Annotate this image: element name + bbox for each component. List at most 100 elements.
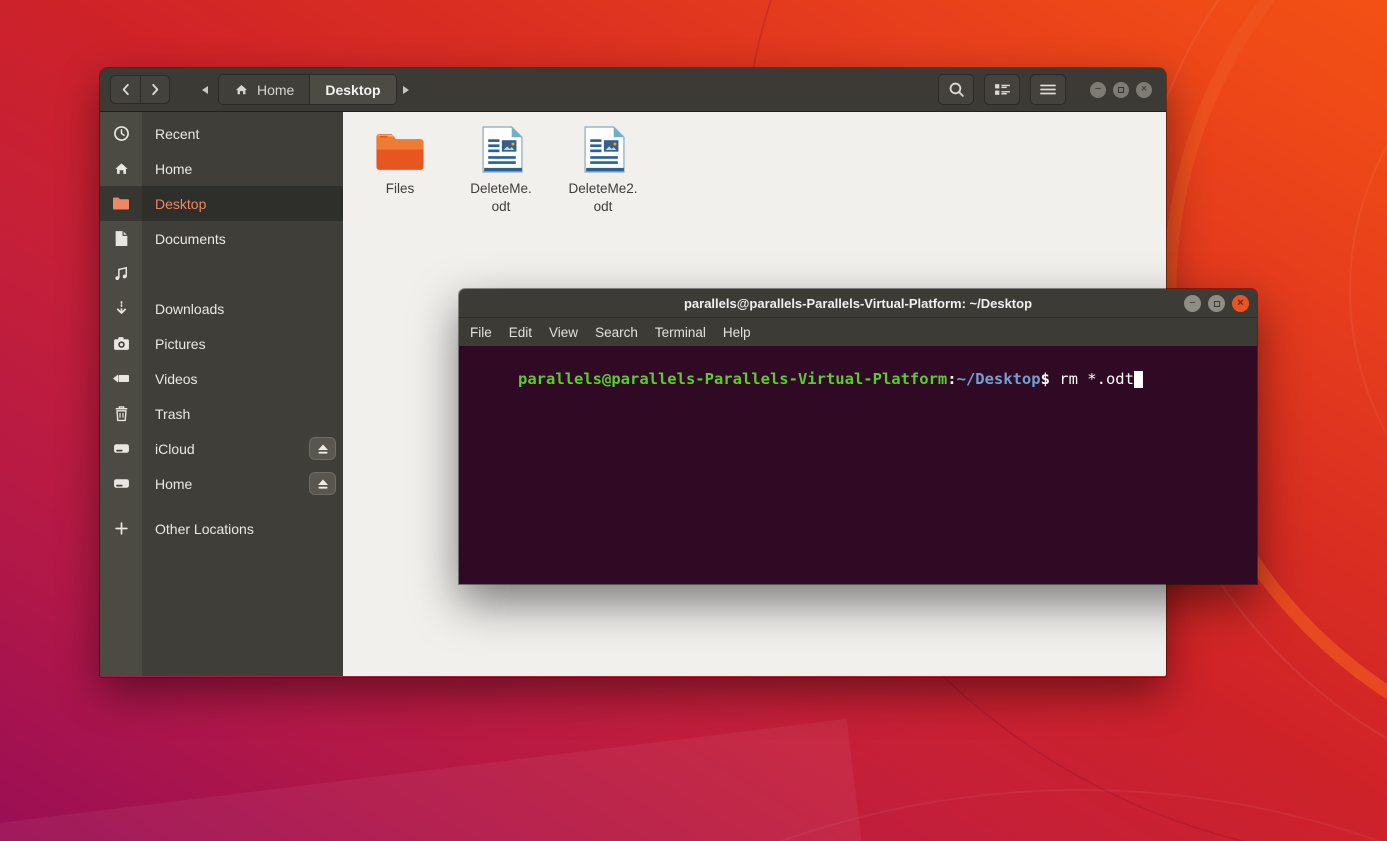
chevron-right-icon xyxy=(150,83,161,96)
view-toggle-button[interactable] xyxy=(984,74,1020,105)
breadcrumb-home-label: Home xyxy=(257,82,294,98)
minimize-icon: − xyxy=(1095,84,1101,95)
list-view-icon xyxy=(994,82,1011,97)
forward-button[interactable] xyxy=(140,75,170,104)
file-name-line2: odt xyxy=(449,198,553,216)
terminal-prompt-line: parallels@parallels-Parallels-Virtual-Pl… xyxy=(462,352,1255,406)
maximize-icon xyxy=(1118,87,1124,93)
menu-help[interactable]: Help xyxy=(723,325,751,340)
file-item-files-folder[interactable]: Files xyxy=(348,125,452,198)
odt-document-icon xyxy=(582,126,625,173)
search-button[interactable] xyxy=(938,74,974,105)
prompt-path: ~/Desktop xyxy=(957,370,1041,388)
video-camera-icon xyxy=(112,372,130,385)
eject-icon xyxy=(316,443,330,455)
trash-icon xyxy=(114,405,129,422)
recent-clock-icon xyxy=(113,125,130,142)
terminal-title-bar[interactable]: parallels@parallels-Parallels-Virtual-Pl… xyxy=(459,289,1257,318)
pathbar-scroll-right-button[interactable] xyxy=(397,75,415,104)
file-item-deleteme-odt[interactable]: DeleteMe. odt xyxy=(449,125,553,216)
typed-command: rm *.odt xyxy=(1059,370,1134,388)
close-button[interactable]: × xyxy=(1232,295,1249,312)
files-window-controls: − × xyxy=(1090,82,1152,98)
triangle-left-icon xyxy=(201,85,209,95)
minimize-icon: − xyxy=(1189,298,1195,309)
breadcrumb-current[interactable]: Desktop xyxy=(309,75,395,104)
file-name-line2: odt xyxy=(551,198,655,216)
document-icon xyxy=(114,230,129,247)
header-actions: − × xyxy=(938,74,1152,105)
menu-search[interactable]: Search xyxy=(595,325,638,340)
file-name: Files xyxy=(348,180,452,198)
eject-button[interactable] xyxy=(309,437,336,460)
terminal-window-title: parallels@parallels-Parallels-Virtual-Pl… xyxy=(684,296,1032,311)
sidebar-label: Documents xyxy=(155,231,226,247)
triangle-right-icon xyxy=(402,85,410,95)
menu-edit[interactable]: Edit xyxy=(509,325,532,340)
sidebar-item-home-drive[interactable]: Home xyxy=(100,466,343,501)
menu-button[interactable] xyxy=(1030,74,1066,105)
drive-icon xyxy=(113,477,130,490)
camera-icon xyxy=(113,336,130,351)
sidebar-item-icloud[interactable]: iCloud xyxy=(100,431,343,466)
folder-icon xyxy=(112,196,130,211)
drive-icon xyxy=(113,442,130,455)
sidebar-label: Downloads xyxy=(155,301,224,317)
sidebar-item-desktop[interactable]: Desktop xyxy=(100,186,343,221)
sidebar-item-trash[interactable]: Trash xyxy=(100,396,343,431)
terminal-cursor xyxy=(1134,371,1143,388)
sidebar-item-recent[interactable]: Recent xyxy=(100,116,343,151)
sidebar-label: Trash xyxy=(155,406,190,422)
sidebar-item-music[interactable] xyxy=(100,256,343,291)
sidebar-label: Recent xyxy=(155,126,199,142)
maximize-button[interactable] xyxy=(1208,295,1225,312)
downloads-icon xyxy=(113,300,130,317)
music-icon xyxy=(113,265,130,282)
maximize-button[interactable] xyxy=(1113,82,1129,98)
breadcrumb-current-label: Desktop xyxy=(325,82,380,98)
menu-view[interactable]: View xyxy=(549,325,578,340)
sidebar-label: Pictures xyxy=(155,336,206,352)
maximize-icon xyxy=(1214,301,1220,307)
sidebar-item-videos[interactable]: Videos xyxy=(100,361,343,396)
plus-icon xyxy=(114,521,129,536)
sidebar-item-other-locations[interactable]: Other Locations xyxy=(100,511,343,546)
hamburger-icon xyxy=(1040,83,1056,96)
minimize-button[interactable]: − xyxy=(1184,295,1201,312)
close-button[interactable]: × xyxy=(1136,82,1152,98)
eject-icon xyxy=(316,478,330,490)
file-name: DeleteMe2. xyxy=(551,180,655,198)
sidebar-label: Other Locations xyxy=(155,521,254,537)
pathbar: Home Desktop xyxy=(218,74,397,105)
file-item-deleteme2-odt[interactable]: DeleteMe2. odt xyxy=(551,125,655,216)
sidebar-item-documents[interactable]: Documents xyxy=(100,221,343,256)
terminal-menu-bar: File Edit View Search Terminal Help xyxy=(459,318,1257,346)
folder-icon xyxy=(372,130,428,173)
back-button[interactable] xyxy=(110,75,140,104)
terminal-window: parallels@parallels-Parallels-Virtual-Pl… xyxy=(459,289,1257,584)
sidebar-item-pictures[interactable]: Pictures xyxy=(100,326,343,361)
sidebar-item-downloads[interactable]: Downloads xyxy=(100,291,343,326)
breadcrumb-home[interactable]: Home xyxy=(219,75,309,104)
close-icon: × xyxy=(1237,298,1243,309)
home-icon xyxy=(113,160,130,177)
close-icon: × xyxy=(1141,84,1147,95)
menu-terminal[interactable]: Terminal xyxy=(655,325,706,340)
sidebar-label: iCloud xyxy=(155,441,195,457)
pathbar-scroll-left-button[interactable] xyxy=(196,75,214,104)
sidebar-item-home[interactable]: Home xyxy=(100,151,343,186)
terminal-window-controls: − × xyxy=(1184,295,1249,312)
search-icon xyxy=(948,81,965,98)
prompt-user-host: parallels@parallels-Parallels-Virtual-Pl… xyxy=(518,370,947,388)
minimize-button[interactable]: − xyxy=(1090,82,1106,98)
menu-file[interactable]: File xyxy=(470,325,492,340)
chevron-left-icon xyxy=(120,83,131,96)
file-name: DeleteMe. xyxy=(449,180,553,198)
home-icon xyxy=(234,82,249,97)
terminal-output-area[interactable]: parallels@parallels-Parallels-Virtual-Pl… xyxy=(459,346,1257,584)
prompt-separator: : xyxy=(947,370,956,388)
sidebar: Recent Home Desktop Documents Downloads xyxy=(100,112,343,676)
sidebar-label: Videos xyxy=(155,371,198,387)
files-header-bar[interactable]: Home Desktop − × xyxy=(100,68,1166,112)
eject-button[interactable] xyxy=(309,472,336,495)
